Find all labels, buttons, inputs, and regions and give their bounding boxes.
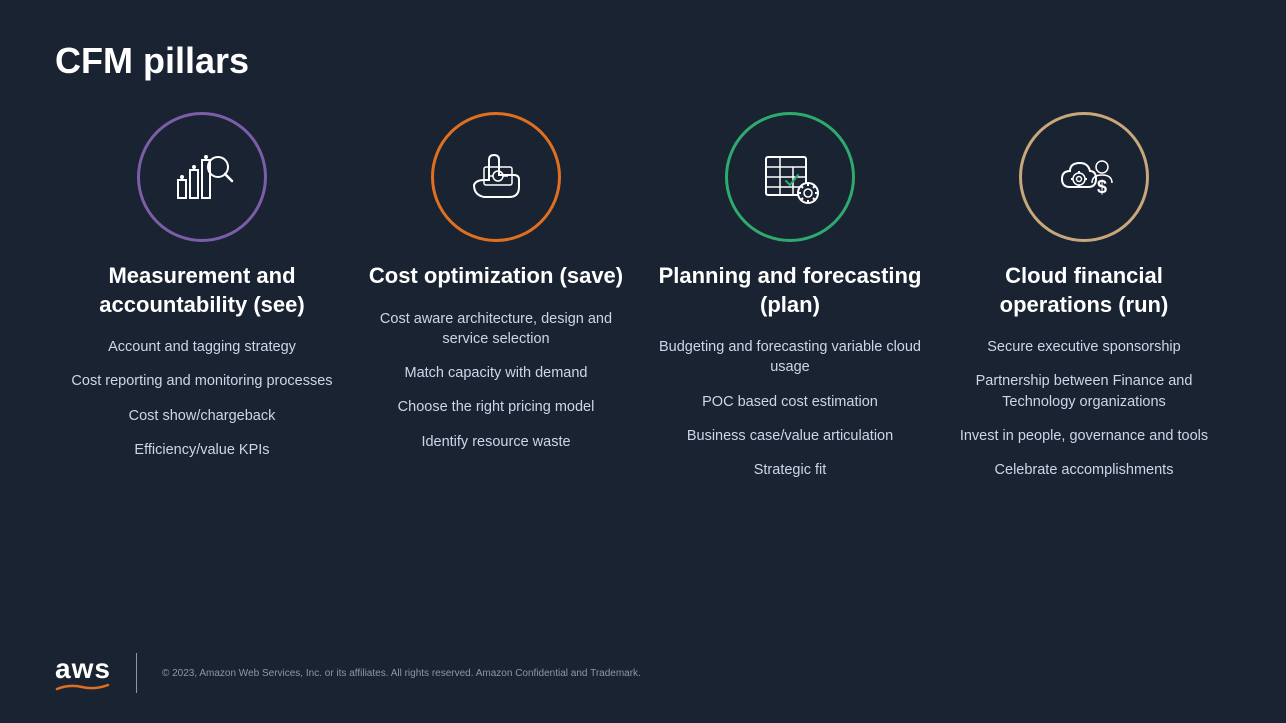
pillar-cloud-financial-items: Secure executive sponsorship Partnership… [949,337,1219,480]
pillar-item: Identify resource waste [421,432,570,452]
measurement-icon-circle [137,112,267,242]
pillar-item: Choose the right pricing model [398,397,595,417]
aws-swoosh-icon [55,683,110,691]
page-container: CFM pillars [0,0,1286,723]
pillar-item: Strategic fit [754,460,827,480]
pillar-item: Cost aware architecture, design and serv… [361,309,631,350]
pillar-planning-title: Planning and forecasting (plan) [655,262,925,319]
cloud-financial-icon-circle: $ [1019,112,1149,242]
cloud-financial-icon: $ [1052,145,1117,210]
pillar-item: Account and tagging strategy [108,337,296,357]
footer-divider [136,653,137,693]
pillar-item: Match capacity with demand [405,363,588,383]
cost-optimization-icon [464,145,529,210]
pillars-section: $ Measurement and accountability (see) A… [55,112,1231,643]
pillar-item: Budgeting and forecasting variable cloud… [655,337,925,378]
pillar-item: Celebrate accomplishments [995,460,1174,480]
pillar-item: Partnership between Finance and Technolo… [949,371,1219,412]
pillar-cost-optimization-title: Cost optimization (save) [369,262,623,291]
pillar-planning-items: Budgeting and forecasting variable cloud… [655,337,925,480]
pillar-planning: Planning and forecasting (plan) Budgetin… [655,262,925,643]
pillars-grid: Measurement and accountability (see) Acc… [55,262,1231,643]
svg-text:$: $ [1097,177,1107,197]
pillar-measurement: Measurement and accountability (see) Acc… [67,262,337,643]
pillar-cloud-financial-title: Cloud financial operations (run) [949,262,1219,319]
footer-copyright: © 2023, Amazon Web Services, Inc. or its… [162,668,641,679]
pillar-cost-optimization: Cost optimization (save) Cost aware arch… [361,262,631,643]
pillar-cloud-financial: Cloud financial operations (run) Secure … [949,262,1219,643]
page-title: CFM pillars [55,40,1231,82]
pillar-item: Business case/value articulation [687,426,893,446]
pillar-item: POC based cost estimation [702,392,878,412]
icons-row: $ [55,112,1231,242]
pillar-item: Cost reporting and monitoring processes [71,371,332,391]
planning-icon [758,145,823,210]
footer: aws © 2023, Amazon Web Services, Inc. or… [55,653,1231,693]
pillar-measurement-items: Account and tagging strategy Cost report… [71,337,332,460]
aws-logo-text: aws [55,655,111,683]
pillar-item: Secure executive sponsorship [987,337,1180,357]
planning-icon-circle [725,112,855,242]
measurement-icon [170,145,235,210]
cost-optimization-icon-circle [431,112,561,242]
pillar-cost-optimization-items: Cost aware architecture, design and serv… [361,309,631,452]
pillar-item: Invest in people, governance and tools [960,426,1208,446]
aws-logo: aws [55,655,111,691]
pillar-measurement-title: Measurement and accountability (see) [67,262,337,319]
pillar-item: Cost show/chargeback [129,406,276,426]
pillar-item: Efficiency/value KPIs [134,440,269,460]
